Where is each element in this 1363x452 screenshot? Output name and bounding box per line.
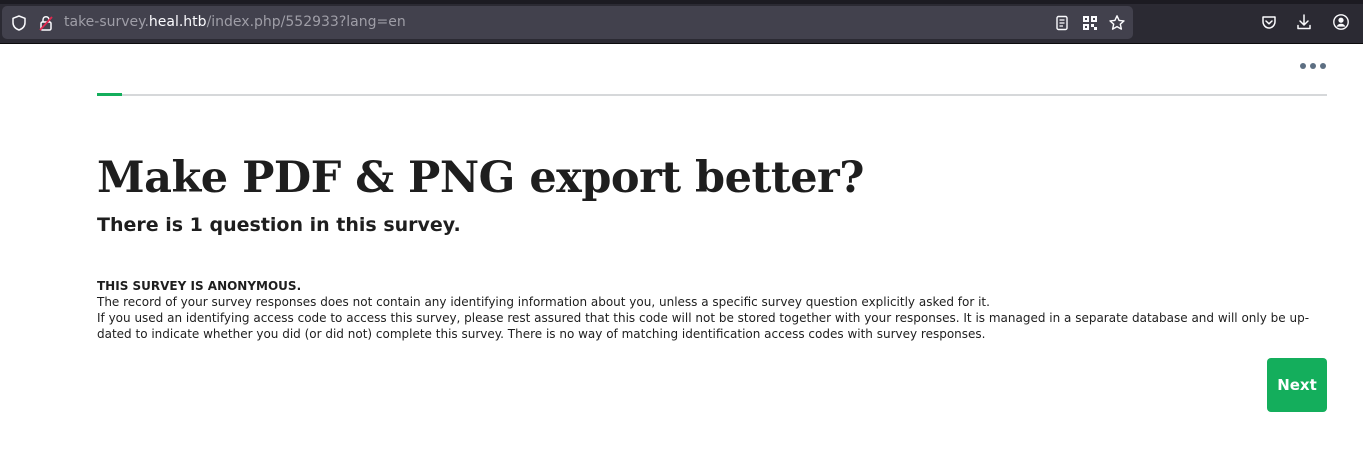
shield-icon[interactable] [10,14,28,32]
more-horizontal-icon [1320,63,1326,69]
progress-fill [97,93,122,96]
privacy-text: The record of your survey responses does… [97,295,990,309]
reader-view-icon[interactable] [1053,14,1071,32]
more-options-button[interactable] [1296,58,1330,74]
url-host: heal.htb [148,14,207,30]
address-bar[interactable]: take-survey.heal.htb/index.php/552933?la… [2,6,1133,39]
privacy-heading: THIS SURVEY IS ANONYMOUS. [97,279,302,293]
qr-code-icon[interactable] [1081,14,1099,32]
question-count: There is 1 question in this survey. [97,214,461,236]
survey-title: Make PDF & PNG export better? [97,153,864,203]
url-path: /index.php/552933?lang=en [206,14,406,30]
browser-toolbar: take-survey.heal.htb/index.php/552933?la… [0,0,1363,44]
more-horizontal-icon [1310,63,1316,69]
lock-warning-icon[interactable] [37,14,55,32]
tab-strip-edge [0,0,1363,4]
privacy-text: dated to indicate whether you did (or di… [97,327,986,341]
url-text[interactable]: take-survey.heal.htb/index.php/552933?la… [64,14,406,31]
privacy-notice: THIS SURVEY IS ANONYMOUS. The record of … [97,278,1329,342]
privacy-text: If you used an identifying access code t… [97,311,1310,325]
survey-progress-bar [97,93,1327,96]
download-icon[interactable] [1295,13,1313,31]
url-prefix: take-survey. [64,14,149,30]
account-icon[interactable] [1332,13,1350,31]
pocket-icon[interactable] [1260,13,1278,31]
next-button[interactable]: Next [1267,358,1327,412]
star-icon[interactable] [1108,14,1126,32]
toolbar-divider [0,43,1363,44]
more-horizontal-icon [1300,63,1306,69]
